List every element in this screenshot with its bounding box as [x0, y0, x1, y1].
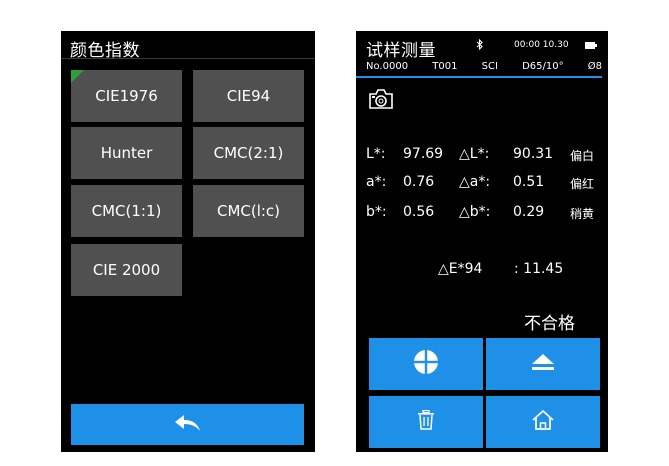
selected-marker	[71, 70, 84, 83]
bluetooth-icon	[476, 38, 484, 53]
tile-label: CMC(l:c)	[216, 202, 281, 220]
tile-cie1976[interactable]: CIE1976	[71, 70, 182, 122]
tile-cmc-l-c[interactable]: CMC(l:c)	[193, 185, 304, 237]
eject-icon	[531, 353, 555, 375]
tile-label: CIE94	[226, 87, 271, 105]
measure-mode: SCI	[481, 61, 498, 72]
back-arrow-icon	[174, 414, 202, 436]
sample-measure-screen: 试样测量 00:00 10.30 No.0000 T001 SCI D65/10…	[356, 31, 608, 452]
illuminant: D65/10°	[522, 61, 564, 72]
l-value: 97.69	[403, 146, 444, 162]
title-divider	[61, 58, 315, 59]
home-button[interactable]	[486, 396, 600, 448]
delta-e-value: : 11.45	[514, 261, 564, 277]
l-label: L*:	[366, 146, 386, 162]
delta-a-value: 0.51	[513, 174, 545, 190]
measure-button[interactable]	[369, 338, 483, 390]
delta-e-label: △E*94	[438, 261, 483, 277]
pass-fail-result: 不合格	[524, 314, 575, 334]
delta-a-label: △a*:	[459, 174, 491, 190]
tile-label: CMC(1:1)	[91, 202, 162, 220]
sample-number: No.0000	[366, 61, 409, 72]
tile-label: CIE 2000	[92, 261, 161, 279]
tile-label: CMC(2:1)	[213, 144, 284, 162]
color-index-screen: 颜色指数 CIE1976 CIE94 Hunter CMC(2:1) CMC(1…	[61, 31, 315, 452]
home-icon	[532, 409, 554, 434]
measurement-info: No.0000 T001 SCI D65/10° Ø8	[366, 61, 602, 72]
b-label: b*:	[366, 204, 387, 220]
tile-cmc-2-1[interactable]: CMC(2:1)	[193, 127, 304, 179]
status-time: 00:00 10.30	[514, 40, 569, 50]
aperture: Ø8	[587, 61, 602, 72]
info-divider	[356, 76, 602, 78]
page-title: 试样测量	[366, 41, 436, 61]
trash-icon	[417, 409, 435, 434]
b-note: 稍黄	[570, 207, 595, 221]
camera-icon[interactable]	[368, 87, 394, 111]
b-value: 0.56	[403, 204, 435, 220]
battery-icon	[585, 42, 597, 52]
back-button[interactable]	[71, 404, 304, 445]
tile-cmc-1-1[interactable]: CMC(1:1)	[71, 185, 182, 237]
delta-l-label: △L*:	[459, 146, 490, 162]
tile-label: CIE1976	[95, 87, 158, 105]
delta-l-value: 90.31	[513, 146, 554, 162]
target-id: T001	[432, 61, 458, 72]
crosshair-icon	[413, 349, 439, 379]
tile-cie2000[interactable]: CIE 2000	[71, 244, 182, 296]
delta-b-label: △b*:	[459, 204, 491, 220]
delete-button[interactable]	[369, 396, 483, 448]
eject-button[interactable]	[486, 338, 600, 390]
tile-hunter[interactable]: Hunter	[71, 127, 182, 179]
tile-label: Hunter	[100, 144, 153, 162]
tile-cie94[interactable]: CIE94	[193, 70, 304, 122]
a-label: a*:	[366, 174, 387, 190]
a-note: 偏红	[570, 177, 595, 191]
l-note: 偏白	[570, 149, 595, 163]
delta-b-value: 0.29	[513, 204, 545, 220]
a-value: 0.76	[403, 174, 435, 190]
